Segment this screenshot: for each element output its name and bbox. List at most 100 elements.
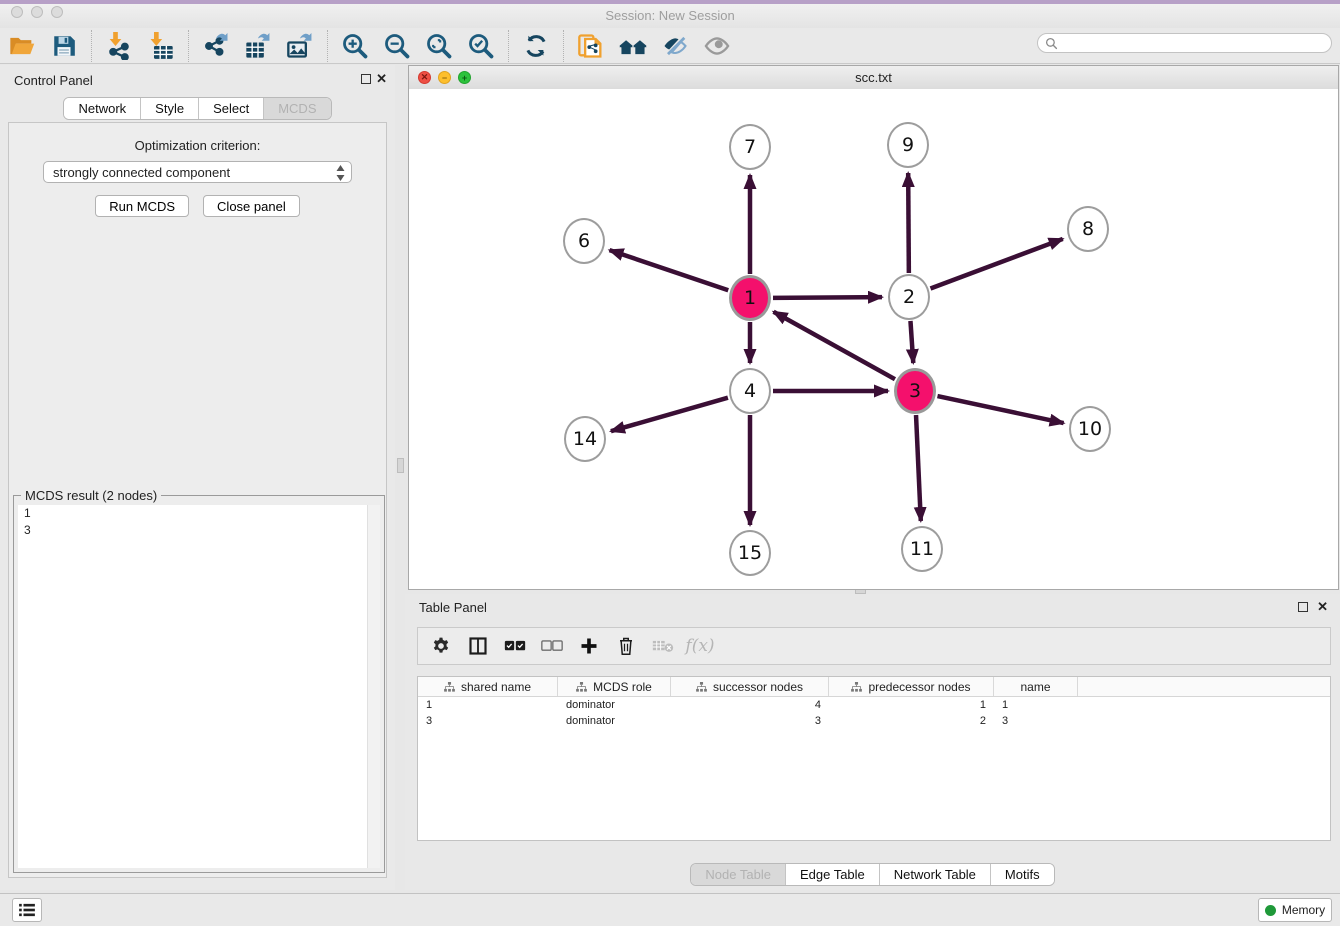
save-session-icon[interactable] (47, 29, 81, 63)
run-mcds-button[interactable]: Run MCDS (95, 195, 189, 217)
memory-button[interactable]: Memory (1258, 898, 1332, 922)
export-table-icon[interactable] (241, 29, 275, 63)
graph-node-11[interactable]: 11 (901, 526, 943, 572)
graph-node-10[interactable]: 10 (1069, 406, 1111, 452)
tab-mcds[interactable]: MCDS (264, 98, 330, 119)
memory-status-icon (1265, 905, 1276, 916)
close-panel-icon[interactable]: ✕ (376, 74, 387, 84)
table-row[interactable]: 1dominator411 (418, 697, 1330, 713)
column-header-mcds-role[interactable]: MCDS role (558, 677, 671, 696)
graph-node-1[interactable]: 1 (729, 275, 771, 321)
task-history-button[interactable] (12, 898, 42, 922)
tab-node-table[interactable]: Node Table (691, 864, 786, 885)
refresh-icon[interactable] (519, 29, 553, 63)
network-canvas[interactable]: 1 2 3 4 6 7 8 9 10 11 14 15 (409, 89, 1338, 589)
graph-edge-1-2[interactable] (773, 297, 882, 298)
table-header: shared name MCDS role successor nodes pr… (418, 677, 1330, 697)
graph-node-3[interactable]: 3 (894, 368, 936, 414)
select-all-icon[interactable] (502, 633, 528, 659)
vertical-splitter-grip[interactable] (397, 458, 404, 473)
home-icon[interactable] (616, 29, 650, 63)
function-builder-icon[interactable]: f(x) (687, 633, 713, 659)
search-input[interactable] (1063, 35, 1317, 51)
close-window-icon[interactable]: ✕ (418, 71, 431, 84)
column-header-name[interactable]: name (994, 677, 1078, 696)
tab-network-table[interactable]: Network Table (880, 864, 991, 885)
export-image-icon[interactable] (283, 29, 317, 63)
show-graphics-details-icon[interactable] (700, 29, 734, 63)
column-header-shared-name[interactable]: shared name (418, 677, 558, 696)
graph-node-6[interactable]: 6 (563, 218, 605, 264)
table-cell: 1 (994, 699, 1078, 711)
graph-node-8[interactable]: 8 (1067, 206, 1109, 252)
tab-style[interactable]: Style (141, 98, 199, 119)
graph-node-7[interactable]: 7 (729, 124, 771, 170)
gear-icon[interactable] (428, 633, 454, 659)
mcds-result-item: 1 (18, 505, 380, 522)
zoom-selected-icon[interactable] (464, 29, 498, 63)
search-field[interactable] (1037, 33, 1332, 53)
column-header-successor-nodes[interactable]: successor nodes (671, 677, 829, 696)
column-view-icon[interactable] (465, 633, 491, 659)
table-toolbar: f(x) (417, 627, 1331, 665)
hierarchy-icon (696, 682, 707, 692)
tab-edge-table[interactable]: Edge Table (786, 864, 880, 885)
tab-network[interactable]: Network (64, 98, 141, 119)
graph-node-15[interactable]: 15 (729, 530, 771, 576)
table-cell: 4 (671, 699, 829, 711)
graph-node-4[interactable]: 4 (729, 368, 771, 414)
graph-edge-1-6[interactable] (610, 250, 729, 290)
table-cell: 3 (418, 715, 558, 727)
clone-network-icon[interactable] (574, 29, 608, 63)
graph-edge-4-14[interactable] (611, 398, 728, 431)
mcds-result-box: MCDS result (2 nodes) 13 (13, 495, 385, 873)
table-cell: dominator (558, 699, 671, 711)
criterion-value: strongly connected component (53, 165, 230, 180)
open-session-icon[interactable] (5, 29, 39, 63)
graph-edge-2-3[interactable] (910, 321, 913, 363)
add-row-icon[interactable] (576, 633, 602, 659)
graph-edge-3-11[interactable] (916, 415, 921, 521)
tab-select[interactable]: Select (199, 98, 264, 119)
status-bar: Memory (0, 893, 1340, 926)
graph-edge-2-8[interactable] (931, 239, 1063, 289)
import-table-icon[interactable] (144, 29, 178, 63)
tab-motifs[interactable]: Motifs (991, 864, 1054, 885)
network-window: scc.txt ✕ − + 1 2 3 4 6 7 8 9 10 11 14 15 (408, 65, 1339, 590)
zoom-out-icon[interactable] (380, 29, 414, 63)
mcds-result-list[interactable]: 13 (18, 505, 380, 868)
scrollbar[interactable] (367, 505, 380, 868)
graph-edge-2-9[interactable] (908, 173, 909, 273)
toolbar-separator (508, 30, 509, 62)
table-row[interactable]: 3dominator323 (418, 713, 1330, 729)
hide-graphics-details-icon[interactable] (658, 29, 692, 63)
delete-row-icon[interactable] (613, 633, 639, 659)
float-table-panel-icon[interactable] (1298, 602, 1308, 612)
maximize-window-icon[interactable]: + (458, 71, 471, 84)
zoom-fit-icon[interactable] (422, 29, 456, 63)
graph-edge-3-10[interactable] (937, 396, 1063, 423)
mcds-panel: Optimization criterion: strongly connect… (8, 122, 387, 878)
table-cell: dominator (558, 715, 671, 727)
zoom-in-icon[interactable] (338, 29, 372, 63)
deselect-all-icon[interactable] (539, 633, 565, 659)
graph-node-2[interactable]: 2 (888, 274, 930, 320)
delete-column-icon[interactable] (650, 633, 676, 659)
export-network-icon[interactable] (199, 29, 233, 63)
hierarchy-icon (576, 682, 587, 692)
float-panel-icon[interactable] (361, 74, 371, 84)
graph-edges (409, 89, 1338, 589)
criterion-select[interactable]: strongly connected component (43, 161, 352, 183)
close-panel-button[interactable]: Close panel (203, 195, 300, 217)
table-cell: 1 (829, 699, 994, 711)
graph-edge-3-1[interactable] (774, 312, 895, 379)
app-title: Session: New Session (0, 4, 1340, 28)
network-window-titlebar[interactable]: scc.txt ✕ − + (409, 66, 1338, 90)
graph-node-9[interactable]: 9 (887, 122, 929, 168)
mcds-result-title: MCDS result (2 nodes) (21, 488, 161, 503)
graph-node-14[interactable]: 14 (564, 416, 606, 462)
column-header-predecessor-nodes[interactable]: predecessor nodes (829, 677, 994, 696)
import-network-icon[interactable] (102, 29, 136, 63)
minimize-window-icon[interactable]: − (438, 71, 451, 84)
close-table-panel-icon[interactable]: ✕ (1317, 602, 1328, 612)
